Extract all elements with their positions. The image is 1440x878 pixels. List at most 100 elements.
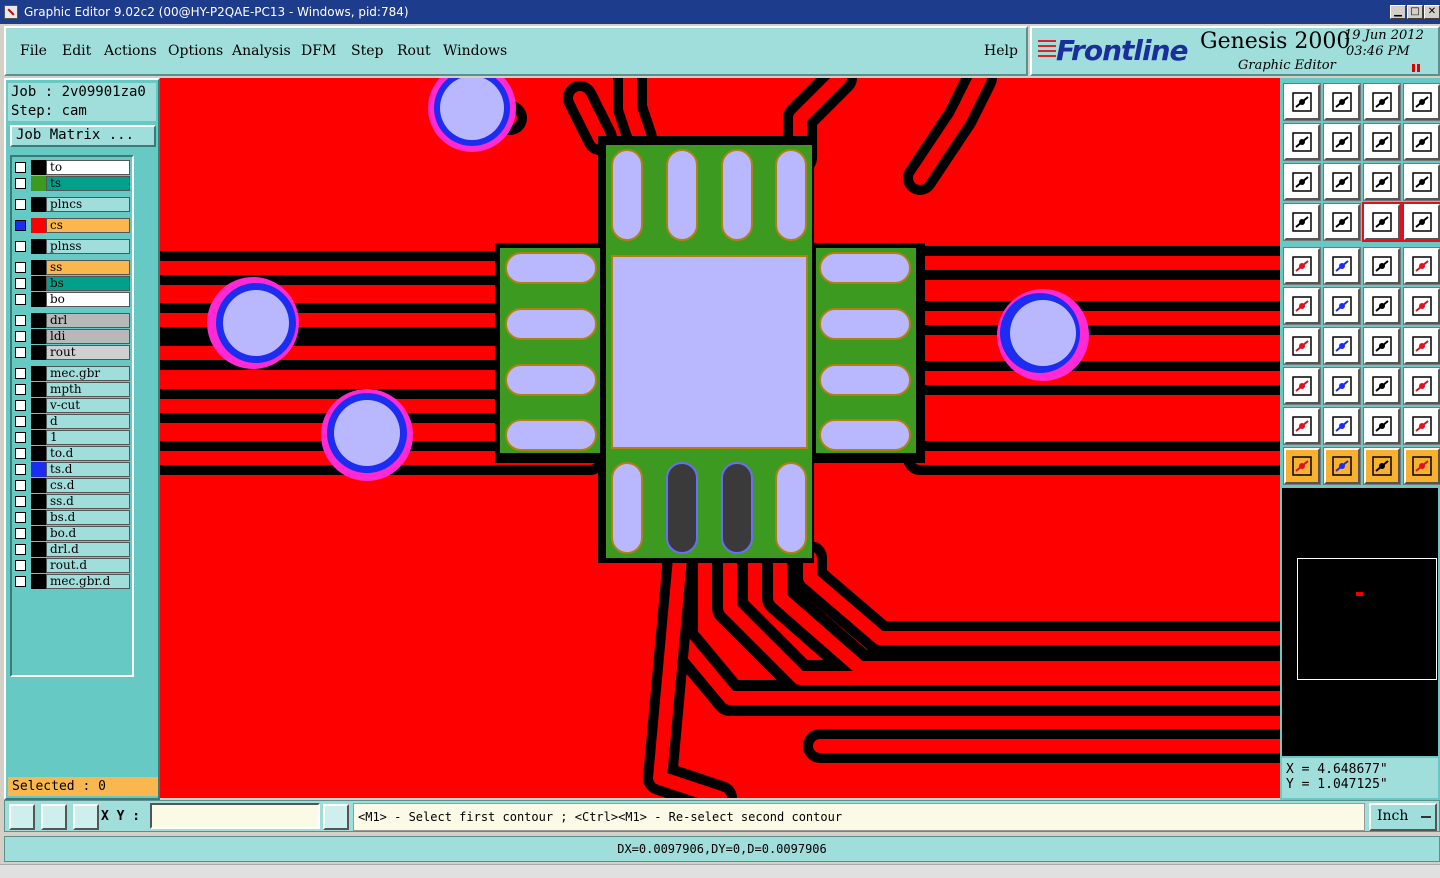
layer-checkbox[interactable] [15,576,26,587]
layer-row[interactable]: bo.d [12,526,132,541]
units-select[interactable]: Inch [1369,803,1437,831]
move-point-button[interactable] [1363,287,1401,325]
layer-name[interactable]: ts.d [46,462,130,477]
layer-row[interactable]: to.d [12,446,132,461]
layer-color-swatch[interactable] [31,313,46,328]
minimize-button[interactable]: ▁ [1390,5,1406,19]
layer-checkbox[interactable] [15,347,26,358]
layer-name[interactable]: 1 [46,430,130,445]
select-rotate-button[interactable] [1363,447,1401,485]
layer-checkbox[interactable] [15,178,26,189]
layer-color-swatch[interactable] [31,574,46,589]
net-probe-button[interactable] [1323,203,1361,241]
overview-frame[interactable] [1297,558,1437,680]
layer-row[interactable]: bs [12,276,132,291]
layer-checkbox[interactable] [15,262,26,273]
menu-analysis[interactable]: Analysis [232,43,291,59]
layer-color-swatch[interactable] [31,366,46,381]
undo-zoom-button[interactable] [1363,123,1401,161]
layer-checkbox[interactable] [15,241,26,252]
snap-down-button[interactable] [1323,83,1361,121]
menu-file[interactable]: File [20,43,47,59]
xy-input[interactable] [150,803,320,829]
layer-row[interactable]: cs.d [12,478,132,493]
help-query-button[interactable] [1403,163,1440,201]
add-text-button[interactable] [1363,247,1401,285]
measure-tools-button[interactable] [1283,203,1321,241]
layer-row[interactable]: mpth [12,382,132,397]
layer-color-swatch[interactable] [31,462,46,477]
draw-line-button[interactable] [1283,327,1321,365]
layer-name[interactable]: ss [46,260,130,275]
layer-filter-button[interactable] [1362,202,1402,242]
overview-navigator[interactable] [1282,488,1438,756]
menu-windows[interactable]: Windows [443,43,507,59]
layer-name[interactable]: mec.gbr.d [46,574,130,589]
layer-checkbox[interactable] [15,315,26,326]
layer-row[interactable]: d [12,414,132,429]
measure-distance-button[interactable] [1363,367,1401,405]
split-window-button[interactable] [1403,83,1440,121]
layer-color-swatch[interactable] [31,276,46,291]
layer-row[interactable]: ts.d [12,462,132,477]
menu-help[interactable]: Help [984,43,1018,59]
layer-checkbox[interactable] [15,400,26,411]
zoom-cross-icon[interactable] [41,804,67,830]
cross-delete-button[interactable] [1323,287,1361,325]
zoom-box-icon[interactable] [9,804,35,830]
pcb-artwork[interactable] [160,78,1280,798]
home-button[interactable] [1363,83,1401,121]
connect-nodes-button[interactable] [1283,287,1321,325]
layer-color-swatch[interactable] [31,510,46,525]
layer-color-swatch[interactable] [31,197,46,212]
close-button[interactable]: ✕ [1424,5,1440,19]
layer-checkbox[interactable] [15,448,26,459]
menu-actions[interactable]: Actions [104,43,157,59]
draw-line-2-button[interactable] [1323,327,1361,365]
layer-row[interactable]: plncs [12,197,132,212]
layer-name[interactable]: plncs [46,197,130,212]
layer-row[interactable]: rout.d [12,558,132,573]
layer-checkbox[interactable] [15,368,26,379]
layer-checkbox[interactable] [15,162,26,173]
exclaim-icon[interactable] [323,804,349,830]
menu-dfm[interactable]: DFM [301,43,336,59]
layer-row[interactable]: plnss [12,239,132,254]
rotate-button[interactable] [1363,327,1401,365]
layer-row[interactable]: ss.d [12,494,132,509]
layer-checkbox[interactable] [15,220,26,231]
layer-checkbox[interactable] [15,544,26,555]
layer-color-swatch[interactable] [31,218,46,233]
layer-name[interactable]: cs [46,218,130,233]
add-surface-button[interactable] [1323,247,1361,285]
layer-row[interactable]: mec.gbr.d [12,574,132,589]
layer-color-swatch[interactable] [31,558,46,573]
layer-row[interactable]: drl.d [12,542,132,557]
triangle-arrow-button[interactable] [1363,407,1401,445]
layer-name[interactable]: to.d [46,446,130,461]
zoom-1to2-button[interactable] [1363,163,1401,201]
triangle-pad-button[interactable] [1283,407,1321,445]
layer-name[interactable]: drl.d [46,542,130,557]
layer-row[interactable]: ldi [12,329,132,344]
move-point-2-button[interactable] [1403,287,1440,325]
layer-color-swatch[interactable] [31,176,46,191]
layer-checkbox[interactable] [15,278,26,289]
layer-color-swatch[interactable] [31,345,46,360]
layer-checkbox[interactable] [15,464,26,475]
layer-row[interactable]: 1 [12,430,132,445]
layer-name[interactable]: to [46,160,130,175]
layer-name[interactable]: ldi [46,329,130,344]
layer-color-swatch[interactable] [31,542,46,557]
layer-color-swatch[interactable] [31,478,46,493]
layer-color-swatch[interactable] [31,160,46,175]
layer-name[interactable]: plnss [46,239,130,254]
layer-filter-2-button[interactable] [1402,202,1440,242]
add-pad-button[interactable] [1283,247,1321,285]
layer-name[interactable]: bs [46,276,130,291]
layer-row[interactable]: to [12,160,132,175]
layer-checkbox[interactable] [15,294,26,305]
layer-checkbox[interactable] [15,480,26,491]
select-stack-button[interactable] [1403,447,1440,485]
snap-left-button[interactable] [1283,123,1321,161]
